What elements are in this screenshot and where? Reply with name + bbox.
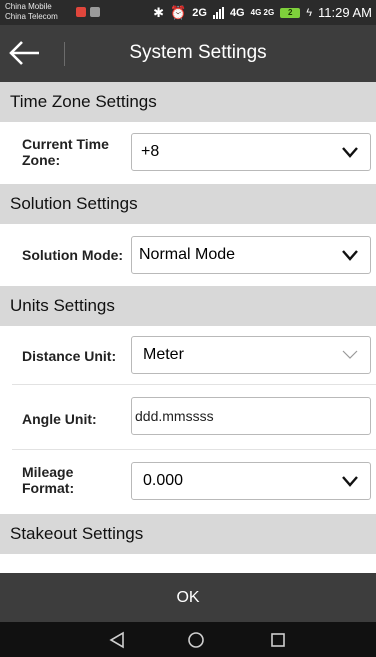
row-angle-unit: Angle Unit: ddd.mmssss	[0, 385, 376, 449]
section-header-solution: Solution Settings	[0, 184, 376, 224]
triangle-back-icon[interactable]	[108, 631, 126, 649]
network-4g-2g-label: 4G 2G	[250, 8, 275, 17]
ok-button[interactable]: OK	[0, 573, 376, 622]
bottom-bar: OK	[0, 573, 376, 622]
row-solution-mode: Solution Mode: Normal Mode	[0, 224, 376, 286]
signal-icon	[212, 6, 224, 19]
solution-mode-label: Solution Mode:	[22, 247, 124, 263]
battery-icon: 2	[280, 7, 301, 18]
app-bar: System Settings	[0, 25, 376, 82]
row-distance-unit: Distance Unit: Meter	[0, 326, 376, 384]
notification-icon	[76, 7, 86, 17]
network-4g-label: 4G	[229, 6, 245, 19]
current-time-zone-value: +8	[141, 143, 160, 160]
page-title: System Settings	[129, 42, 267, 63]
navigation-bar	[0, 622, 376, 657]
solution-mode-dropdown[interactable]: Normal Mode	[131, 236, 371, 274]
carrier-2: China Telecom	[5, 12, 58, 21]
chevron-down-icon	[342, 250, 358, 261]
alarm-icon: ⏰	[170, 4, 187, 20]
section-header-time-zone: Time Zone Settings	[0, 82, 376, 122]
carrier-names: China Mobile China Telecom	[5, 2, 58, 22]
row-current-time-zone: Current Time Zone: +8	[0, 122, 376, 184]
square-recents-icon[interactable]	[270, 632, 286, 648]
distance-unit-label: Distance Unit:	[22, 348, 117, 364]
distance-unit-dropdown[interactable]: Meter	[131, 336, 371, 374]
chevron-down-icon	[342, 350, 358, 359]
mileage-format-dropdown[interactable]: 0.000	[131, 462, 371, 500]
status-bar: China Mobile China Telecom ✱ ⏰ 2G 4G 4G …	[0, 0, 376, 25]
angle-unit-value: ddd.mmssss	[135, 408, 214, 424]
bluetooth-icon: ✱	[153, 4, 165, 20]
mileage-format-value: 0.000	[143, 472, 184, 489]
chevron-down-icon	[342, 147, 358, 158]
section-header-units: Units Settings	[0, 286, 376, 326]
current-time-zone-dropdown[interactable]: +8	[131, 133, 371, 171]
distance-unit-value: Meter	[143, 346, 184, 363]
network-2g-label: 2G	[192, 6, 207, 19]
row-mileage-format: Mileage Format: 0.000	[0, 450, 376, 514]
solution-mode-value: Normal Mode	[139, 246, 236, 263]
angle-unit-input[interactable]: ddd.mmssss	[131, 397, 371, 435]
section-header-stakeout: Stakeout Settings	[0, 514, 376, 554]
charging-icon: ϟ	[306, 6, 313, 19]
chevron-down-icon	[342, 476, 358, 487]
image-notification-icon	[90, 7, 100, 17]
current-time-zone-label: Current Time Zone:	[22, 136, 109, 168]
carrier-1: China Mobile	[5, 2, 52, 11]
mileage-format-label: Mileage Format:	[22, 464, 75, 496]
angle-unit-label: Angle Unit:	[22, 411, 97, 427]
circle-home-icon[interactable]	[187, 631, 205, 649]
status-indicators: ✱ ⏰ 2G 4G 4G 2G 2 ϟ 11:29 AM	[153, 4, 372, 21]
clock: 11:29 AM	[318, 5, 372, 20]
